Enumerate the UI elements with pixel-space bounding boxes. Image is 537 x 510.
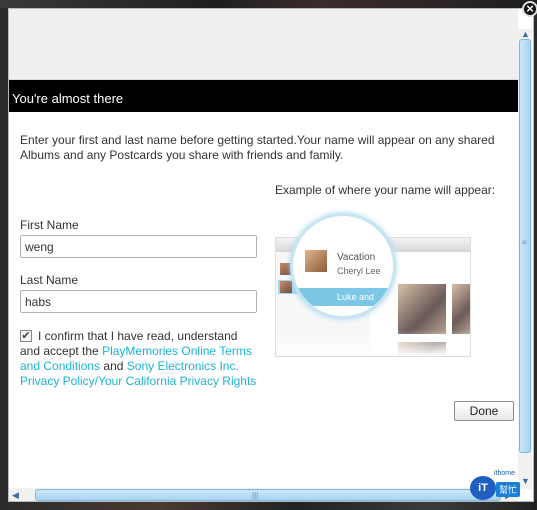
dialog-header: You're almost there <box>9 80 518 112</box>
name-setup-dialog: You're almost there Enter your first and… <box>8 8 534 502</box>
vertical-scrollbar[interactable]: ▲ ≡ ▼ <box>518 29 532 489</box>
background-top <box>0 0 537 8</box>
dialog-title: You're almost there <box>12 91 124 106</box>
watermark-logo: iT <box>470 476 496 500</box>
vertical-scroll-thumb[interactable]: ≡ <box>519 39 531 453</box>
grip-icon: ||| <box>252 491 259 500</box>
confirm-checkbox[interactable]: ✔ <box>20 330 32 342</box>
photo-image <box>452 284 470 334</box>
photo-image <box>398 284 446 334</box>
check-icon: ✔ <box>21 330 31 342</box>
site-watermark: ithome iT 幫忙 <box>468 470 534 502</box>
magnifier-callout: Vacation Cheryl Lee Luke and <box>290 213 396 319</box>
grip-icon: ≡ <box>522 238 527 247</box>
watermark-url: ithome <box>494 470 516 477</box>
thumbnail-image <box>280 281 292 293</box>
horizontal-scroll-thumb[interactable]: ||| <box>35 489 501 501</box>
confirm-text: I confirm that I have read, understand a… <box>20 329 260 389</box>
watermark-tag: 幫忙 <box>496 482 521 497</box>
illustration-fade <box>276 330 470 356</box>
last-name-input[interactable] <box>20 290 257 313</box>
album-title: Vacation <box>337 252 376 263</box>
scroll-left-icon[interactable]: ◀ <box>12 489 19 501</box>
example-caption: Example of where your name will appear: <box>275 183 496 197</box>
selected-item: Luke and <box>293 288 393 306</box>
first-name-label: First Name <box>20 218 79 232</box>
confirm-text-part-2: and <box>100 359 127 373</box>
close-icon[interactable]: × <box>522 1 537 17</box>
last-name-label: Last Name <box>20 273 79 287</box>
owner-name: Cheryl Lee <box>337 266 381 276</box>
dialog-top-area <box>9 9 518 80</box>
avatar <box>305 250 327 272</box>
done-button[interactable]: Done <box>454 401 514 421</box>
intro-text: Enter your first and last name before ge… <box>20 133 495 162</box>
first-name-input[interactable] <box>20 235 257 258</box>
horizontal-scrollbar[interactable]: ◀ ||| ▶ <box>9 488 518 501</box>
